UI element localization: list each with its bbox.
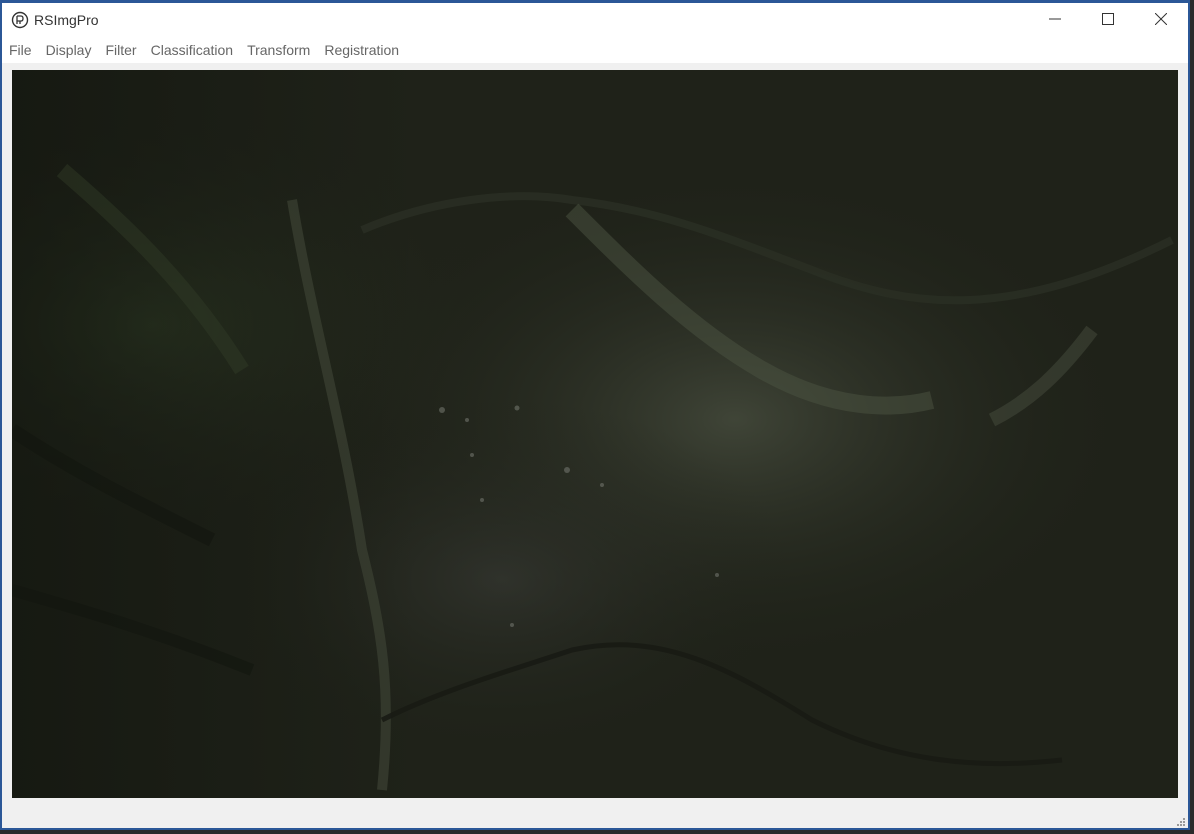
app-logo-icon [11,11,29,29]
maximize-button[interactable] [1082,3,1134,35]
satellite-terrain-image [12,70,1178,798]
close-icon [1155,13,1167,25]
menu-display[interactable]: Display [39,39,99,61]
menu-filter[interactable]: Filter [98,39,143,61]
minimize-button[interactable] [1029,3,1081,35]
image-display[interactable] [12,70,1178,798]
window-title: RSImgPro [34,12,99,28]
menu-bar: File Display Filter Classification Trans… [2,37,1188,63]
menu-registration[interactable]: Registration [317,39,406,61]
resize-grip-icon[interactable] [1175,816,1185,826]
title-bar[interactable]: RSImgPro [2,3,1188,37]
maximize-icon [1102,13,1114,25]
close-button[interactable] [1135,3,1187,35]
main-window: RSImgPro File Display Filter Classificat… [0,0,1190,830]
menu-transform[interactable]: Transform [240,39,317,61]
menu-classification[interactable]: Classification [144,39,240,61]
minimize-icon [1049,18,1061,20]
menu-file[interactable]: File [2,39,39,61]
content-area [2,63,1188,828]
